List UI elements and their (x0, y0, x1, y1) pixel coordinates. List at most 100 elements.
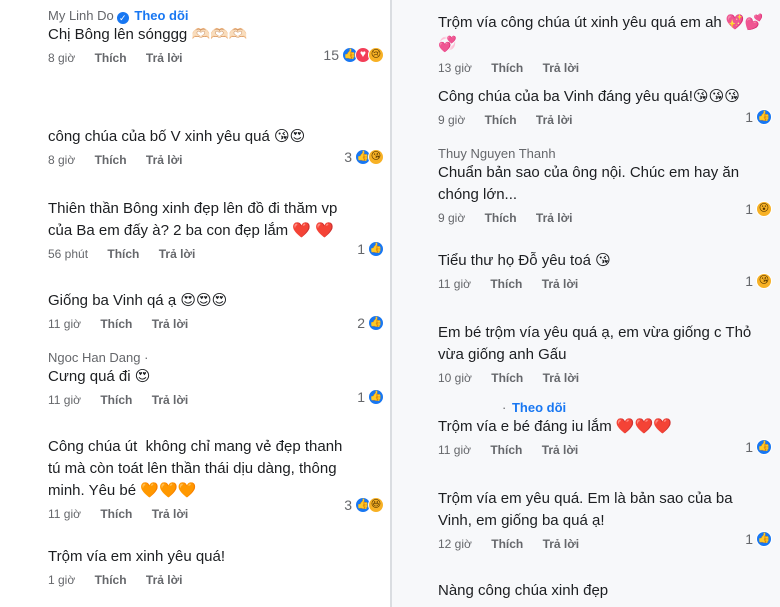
laugh-icon: 😆 (368, 497, 384, 513)
reply-button[interactable]: Trả lời (146, 50, 183, 66)
comment: Công chúa út không chỉ mang vẻ đẹp thanh… (0, 436, 392, 522)
like-icon: 👍 (756, 439, 772, 455)
reaction-summary[interactable]: 2 👍 (357, 314, 384, 332)
verified-badge-icon: ✓ (116, 12, 129, 24)
comment: Thuy Nguyen Thanh Chuẩn bản sao của ông … (392, 146, 780, 226)
like-icon: 👍 (368, 241, 384, 257)
reply-button[interactable]: Trả lời (542, 276, 579, 292)
like-button[interactable]: Thích (95, 572, 127, 588)
comment-text: Công chúa út không chỉ mang vẻ đẹp thanh… (48, 438, 347, 499)
like-button[interactable]: Thích (491, 370, 523, 386)
reaction-summary[interactable]: 1 👍 (357, 240, 384, 258)
comment: Trộm vía em xinh yêu quá! 1 giờ Thích Tr… (0, 546, 392, 588)
comment: Giống ba Vinh qá ạ 😍😍😍 11 giờ Thích Trả … (0, 290, 392, 332)
reaction-count: 1 (745, 273, 753, 289)
reply-button[interactable]: Trả lời (536, 112, 573, 128)
reaction-summary[interactable]: 1 😘 (745, 272, 772, 290)
reply-button[interactable]: Trả lời (159, 246, 196, 262)
right-comment-column: Trộm vía công chúa út xinh yêu quá em ah… (392, 0, 780, 607)
comment-time: 13 giờ (438, 61, 472, 75)
reaction-count: 3 (344, 149, 352, 165)
follow-link[interactable]: Theo dõi (134, 8, 188, 23)
reaction-count: 1 (745, 439, 753, 455)
kiss-icon: 😘 (756, 273, 772, 289)
reaction-count: 15 (323, 47, 339, 63)
comment-time: 9 giờ (438, 113, 466, 127)
reaction-summary[interactable]: 3 👍 😆 (344, 496, 384, 514)
like-button[interactable]: Thích (490, 442, 522, 458)
like-button[interactable]: Thích (100, 506, 132, 522)
comment-text: Trộm vía em yêu quá. Em là bản sao của b… (438, 490, 737, 529)
reaction-count: 1 (745, 201, 753, 217)
comment-text: Chuẩn bản sao của ông nội. Chúc em hay ă… (438, 164, 744, 203)
reply-button[interactable]: Trả lời (543, 536, 580, 552)
like-icon: 👍 (368, 389, 384, 405)
reaction-summary[interactable]: 1 👍 (745, 108, 772, 126)
comment-text: công chúa của bố V xinh yêu quá 😘😍 (48, 128, 306, 145)
reaction-count: 2 (357, 315, 365, 331)
comment-time: 9 giờ (438, 211, 466, 225)
reply-button[interactable]: Trả lời (152, 392, 189, 408)
reaction-count: 1 (745, 531, 753, 547)
reaction-count: 1 (357, 241, 365, 257)
comment: · Theo dõi Trộm vía e bé đáng iu lắm ❤️❤… (392, 400, 780, 458)
comment-text: Trộm vía công chúa út xinh yêu quá em ah… (438, 14, 764, 53)
like-button[interactable]: Thích (100, 316, 132, 332)
reaction-summary[interactable]: 1 👍 (745, 530, 772, 548)
reply-button[interactable]: Trả lời (152, 506, 189, 522)
comment-time: 12 giờ (438, 537, 472, 551)
comment-text: Chị Bông lên sónggg 🫶🏻🫶🏻🫶🏻 (48, 26, 248, 43)
like-button[interactable]: Thích (95, 50, 127, 66)
reaction-summary[interactable]: 3 👍 😘 (344, 148, 384, 166)
like-button[interactable]: Thích (107, 246, 139, 262)
comment-text: Cưng quá đi 😍 (48, 368, 151, 385)
comment: Em bé trộm vía yêu quá ạ, em vừa giống c… (392, 322, 780, 386)
reaction-count: 1 (357, 389, 365, 405)
comment-time: 11 giờ (48, 393, 81, 407)
left-comment-column: My Linh Do ✓ Theo dõi Chị Bông lên sónggg… (0, 0, 392, 607)
comment: Công chúa của ba Vinh đáng yêu quá!😘😘😘 9… (392, 86, 780, 128)
comment: Tiểu thư họ Đỗ yêu toá 😘 11 giờ Thích Tr… (392, 250, 780, 292)
reaction-count: 3 (344, 497, 352, 513)
reply-button[interactable]: Trả lời (146, 572, 183, 588)
sad-icon: 😢 (368, 47, 384, 63)
like-button[interactable]: Thích (485, 210, 517, 226)
comment-time: 10 giờ (438, 371, 472, 385)
reply-button[interactable]: Trả lời (146, 152, 183, 168)
reply-button[interactable]: Trả lời (543, 60, 580, 76)
comment-author[interactable]: Ngoc Han Dang (48, 350, 141, 365)
wow-icon: 😮 (756, 201, 772, 217)
reaction-count: 1 (745, 109, 753, 125)
comment-time: 11 giờ (438, 443, 471, 457)
comment-text: Giống ba Vinh qá ạ 😍😍😍 (48, 292, 228, 309)
reply-button[interactable]: Trả lời (542, 442, 579, 458)
reply-button[interactable]: Trả lời (152, 316, 189, 332)
reply-button[interactable]: Trả lời (536, 210, 573, 226)
like-button[interactable]: Thích (95, 152, 127, 168)
comment-time: 11 giờ (438, 277, 471, 291)
comment: Trộm vía em yêu quá. Em là bản sao của b… (392, 488, 780, 552)
comment-time: 11 giờ (48, 507, 81, 521)
comment: Ngoc Han Dang · Cưng quá đi 😍 11 giờ Thí… (0, 350, 392, 408)
like-button[interactable]: Thích (491, 60, 523, 76)
comment-time: 56 phút (48, 247, 89, 261)
comment: Thiên thần Bông xinh đẹp lên đồ đi thăm … (0, 198, 392, 262)
comment-author[interactable]: My Linh Do (48, 8, 114, 23)
like-button[interactable]: Thích (485, 112, 517, 128)
like-button[interactable]: Thích (490, 276, 522, 292)
comment: Trộm vía công chúa út xinh yêu quá em ah… (392, 12, 780, 76)
reply-button[interactable]: Trả lời (543, 370, 580, 386)
reaction-summary[interactable]: 1 👍 (357, 388, 384, 406)
reaction-summary[interactable]: 1 👍 (745, 438, 772, 456)
reaction-summary[interactable]: 1 😮 (745, 200, 772, 218)
reaction-summary[interactable]: 15 👍 ♥ 😢 (323, 46, 384, 64)
comment-time: 8 giờ (48, 153, 76, 167)
comment-author[interactable]: Thuy Nguyen Thanh (438, 146, 556, 161)
like-button[interactable]: Thích (491, 536, 523, 552)
like-icon: 👍 (756, 531, 772, 547)
like-button[interactable]: Thích (100, 392, 132, 408)
comment-time: 8 giờ (48, 51, 76, 65)
follow-link[interactable]: Theo dõi (512, 400, 566, 415)
comment-text: Trộm vía em xinh yêu quá! (48, 548, 226, 565)
comment-text: Nàng công chúa xinh đẹp (438, 582, 609, 599)
